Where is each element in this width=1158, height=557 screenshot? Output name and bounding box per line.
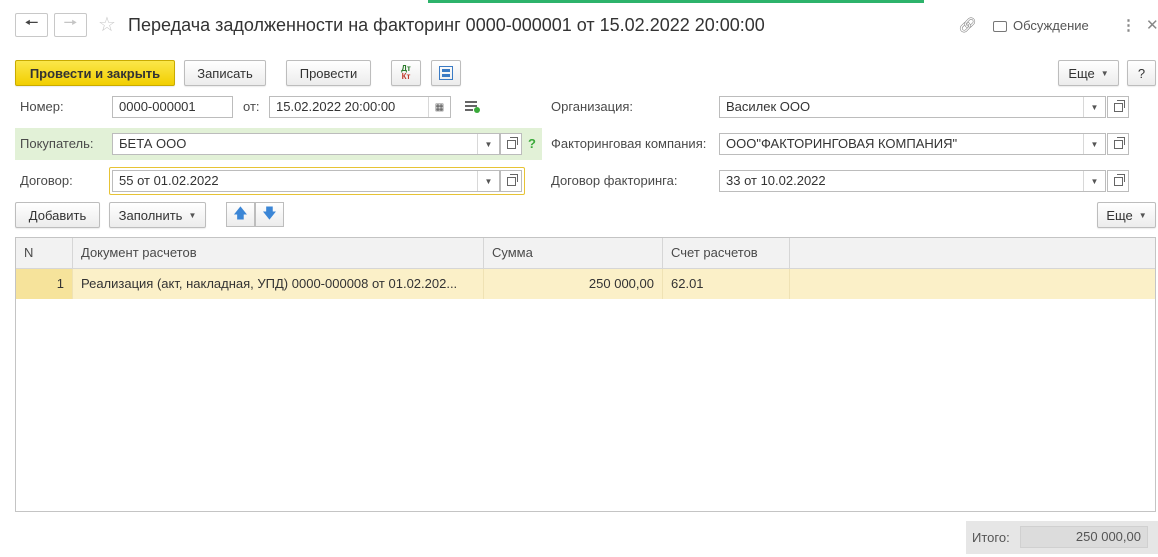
structure-icon [439,66,453,80]
chevron-down-icon: ▼ [1138,210,1147,220]
open-buyer-button[interactable] [500,133,522,155]
open-contract-button[interactable] [500,170,522,192]
buyer-value: БЕТА ООО [119,136,187,151]
arrow-right-icon: 🠖 [63,14,78,32]
open-icon [1113,136,1125,149]
factoring-company-value: ООО"ФАКТОРИНГОВАЯ КОМПАНИЯ" [726,136,958,151]
chevron-down-icon[interactable]: ▼ [477,171,499,191]
settlement-documents-table[interactable]: N Документ расчетов Сумма Счет расчетов … [15,237,1156,512]
row-account: 62.01 [663,269,790,299]
number-value: 0000-000001 [119,99,196,114]
date-label: от: [243,99,260,114]
row-sum: 250 000,00 [484,269,663,299]
row-number: 1 [16,269,73,299]
chevron-down-icon: ▼ [188,210,197,220]
active-tab-indicator [428,0,924,3]
open-organization-button[interactable] [1107,96,1129,118]
dt-kt-button[interactable]: Дт Кт [391,60,421,86]
move-up-button[interactable]: 🡅︎ [226,202,255,227]
total-panel: Итого: 250 000,00 [966,521,1158,554]
chevron-down-icon[interactable]: ▼ [477,134,499,154]
table-row[interactable]: 1 Реализация (акт, накладная, УПД) 0000-… [16,269,1155,299]
factoring-contract-label: Договор факторинга: [551,173,678,188]
link-icon[interactable]: 🔗︎ [958,14,977,38]
contract-label: Договор: [20,173,73,188]
dt-kt-icon: Дт Кт [401,64,411,81]
fill-button[interactable]: Заполнить ▼ [109,202,206,228]
organization-value: Василек ООО [726,99,811,114]
table-more-label: Еще [1106,207,1133,223]
discussion-button[interactable]: Обсуждение [993,14,1089,38]
open-icon [1113,99,1125,112]
column-header-n[interactable]: N [16,238,73,269]
open-factoring-company-button[interactable] [1107,133,1129,155]
more-label: Еще [1068,65,1095,81]
more-menu-icon[interactable]: ⋮ [1121,14,1136,38]
calendar-icon[interactable]: ▦ [428,97,450,117]
date-value: 15.02.2022 20:00:00 [276,99,396,114]
chevron-down-icon[interactable]: ▼ [1083,171,1105,191]
factoring-company-field[interactable]: ООО"ФАКТОРИНГОВАЯ КОМПАНИЯ" ▼ [719,133,1106,155]
number-label: Номер: [20,99,64,114]
chevron-down-icon[interactable]: ▼ [1083,134,1105,154]
buyer-label: Покупатель: [20,136,94,151]
chevron-down-icon[interactable]: ▼ [1083,97,1105,117]
buyer-field[interactable]: БЕТА ООО ▼ [112,133,500,155]
date-field[interactable]: 15.02.2022 20:00:00 ▦ [269,96,451,118]
table-header: N Документ расчетов Сумма Счет расчетов [16,238,1155,269]
arrow-down-icon: 🡇︎ [262,204,277,221]
organization-field[interactable]: Василек ООО ▼ [719,96,1106,118]
open-factoring-contract-button[interactable] [1107,170,1129,192]
fill-label: Заполнить [118,207,183,223]
open-icon [1113,173,1125,186]
number-field[interactable]: 0000-000001 [112,96,233,118]
close-icon[interactable]: ✕ [1146,14,1158,38]
arrow-left-icon: 🠔 [24,14,39,32]
open-icon [506,173,518,186]
contract-field[interactable]: 55 от 01.02.2022 ▼ [112,170,500,192]
post-button[interactable]: Провести [286,60,371,86]
favorite-star-icon[interactable]: ☆ [98,13,116,37]
total-value: 250 000,00 [1020,526,1148,548]
open-icon [506,136,518,149]
organization-label: Организация: [551,99,634,114]
forward-button[interactable]: 🠖 [54,13,87,37]
save-button[interactable]: Записать [184,60,266,86]
row-document: Реализация (акт, накладная, УПД) 0000-00… [73,269,484,299]
buyer-hint-icon[interactable]: ? [528,133,536,155]
column-header-account[interactable]: Счет расчетов [663,238,790,269]
arrow-up-icon: 🡅︎ [233,204,248,221]
factoring-contract-field[interactable]: 33 от 10.02.2022 ▼ [719,170,1106,192]
chevron-down-icon: ▼ [1100,68,1109,78]
chat-icon [993,20,1007,32]
structure-button[interactable] [431,60,461,86]
numbering-settings-icon[interactable] [464,99,480,113]
discussion-label: Обсуждение [1013,18,1089,33]
column-header-document[interactable]: Документ расчетов [73,238,484,269]
factoring-contract-value: 33 от 10.02.2022 [726,173,826,188]
back-button[interactable]: 🠔 [15,13,48,37]
factoring-company-label: Факторинговая компания: [551,136,707,151]
column-header-sum[interactable]: Сумма [484,238,663,269]
move-down-button[interactable]: 🡇︎ [255,202,284,227]
contract-value: 55 от 01.02.2022 [119,173,219,188]
table-more-button[interactable]: Еще ▼ [1097,202,1156,228]
more-button[interactable]: Еще ▼ [1058,60,1119,86]
post-and-close-button[interactable]: Провести и закрыть [15,60,175,86]
page-title: Передача задолженности на факторинг 0000… [128,15,765,35]
help-button[interactable]: ? [1127,60,1156,86]
total-label: Итого: [972,530,1010,545]
add-row-button[interactable]: Добавить [15,202,100,228]
